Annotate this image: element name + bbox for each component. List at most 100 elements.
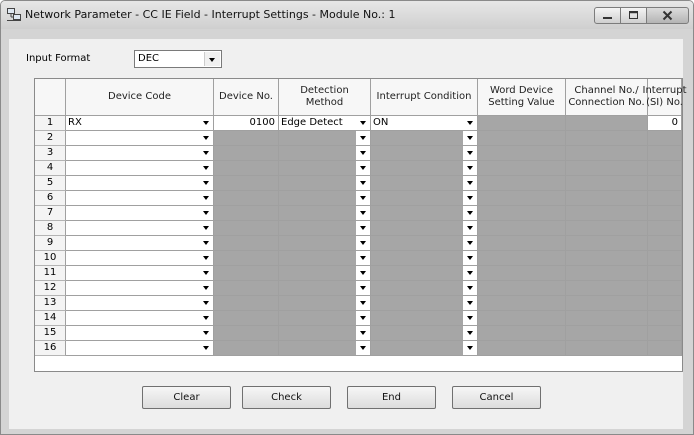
detection-method-cell[interactable] <box>279 281 371 296</box>
interrupt-condition-cell[interactable] <box>371 251 478 266</box>
device-code-cell[interactable]: RX <box>66 116 214 131</box>
end-button[interactable]: End <box>347 386 436 409</box>
interrupt-condition-cell[interactable] <box>371 191 478 206</box>
cell-dropdown-button[interactable] <box>463 221 477 235</box>
device-code-cell[interactable] <box>66 311 214 326</box>
clear-button[interactable]: Clear <box>142 386 231 409</box>
cell-dropdown-button[interactable] <box>199 146 213 160</box>
device-code-cell[interactable] <box>66 206 214 221</box>
interrupt-si-no-cell[interactable]: 0 <box>648 116 682 131</box>
device-code-cell[interactable] <box>66 191 214 206</box>
title-bar[interactable]: Network Parameter - CC IE Field - Interr… <box>1 1 693 29</box>
cell-dropdown-button[interactable] <box>199 116 213 130</box>
device-code-cell[interactable] <box>66 326 214 341</box>
cell-dropdown-button[interactable] <box>356 191 370 205</box>
cell-dropdown-button[interactable] <box>463 206 477 220</box>
cell-dropdown-button[interactable] <box>463 251 477 265</box>
cell-dropdown-button[interactable] <box>199 311 213 325</box>
cell-dropdown-button[interactable] <box>356 341 370 355</box>
cell-dropdown-button[interactable] <box>463 131 477 145</box>
interrupt-condition-cell[interactable] <box>371 161 478 176</box>
cell-dropdown-button[interactable] <box>199 206 213 220</box>
detection-method-cell[interactable] <box>279 311 371 326</box>
interrupt-condition-cell[interactable] <box>371 221 478 236</box>
cell-dropdown-button[interactable] <box>199 131 213 145</box>
cell-dropdown-button[interactable] <box>356 326 370 340</box>
cell-dropdown-button[interactable] <box>463 296 477 310</box>
cancel-button[interactable]: Cancel <box>452 386 541 409</box>
device-code-cell[interactable] <box>66 281 214 296</box>
interrupt-condition-cell[interactable] <box>371 236 478 251</box>
device-code-cell[interactable] <box>66 341 214 356</box>
device-no-cell[interactable]: 0100 <box>214 116 279 131</box>
close-button[interactable] <box>646 7 689 24</box>
interrupt-condition-cell[interactable] <box>371 176 478 191</box>
cell-dropdown-button[interactable] <box>463 176 477 190</box>
cell-dropdown-button[interactable] <box>199 176 213 190</box>
cell-dropdown-button[interactable] <box>463 266 477 280</box>
cell-dropdown-button[interactable] <box>356 236 370 250</box>
detection-method-cell[interactable] <box>279 266 371 281</box>
cell-dropdown-button[interactable] <box>356 311 370 325</box>
interrupt-condition-cell[interactable] <box>371 266 478 281</box>
cell-dropdown-button[interactable] <box>463 281 477 295</box>
cell-dropdown-button[interactable] <box>463 146 477 160</box>
interrupt-condition-cell[interactable] <box>371 146 478 161</box>
cell-dropdown-button[interactable] <box>356 176 370 190</box>
input-format-select[interactable]: DEC <box>134 50 222 68</box>
cell-dropdown-button[interactable] <box>463 341 477 355</box>
cell-dropdown-button[interactable] <box>356 161 370 175</box>
device-code-cell[interactable] <box>66 236 214 251</box>
cell-dropdown-button[interactable] <box>463 161 477 175</box>
cell-dropdown-button[interactable] <box>199 266 213 280</box>
cell-dropdown-button[interactable] <box>356 131 370 145</box>
cell-dropdown-button[interactable] <box>356 266 370 280</box>
cell-dropdown-button[interactable] <box>356 281 370 295</box>
detection-method-cell[interactable] <box>279 341 371 356</box>
cell-dropdown-button[interactable] <box>199 326 213 340</box>
detection-method-cell[interactable] <box>279 206 371 221</box>
detection-method-cell[interactable] <box>279 161 371 176</box>
device-code-cell[interactable] <box>66 161 214 176</box>
detection-method-cell[interactable] <box>279 296 371 311</box>
cell-dropdown-button[interactable] <box>199 221 213 235</box>
detection-method-cell[interactable]: Edge Detect <box>279 116 371 131</box>
device-code-cell[interactable] <box>66 131 214 146</box>
detection-method-cell[interactable] <box>279 191 371 206</box>
interrupt-condition-cell[interactable] <box>371 341 478 356</box>
cell-dropdown-button[interactable] <box>199 236 213 250</box>
interrupt-condition-cell[interactable] <box>371 206 478 221</box>
detection-method-cell[interactable] <box>279 146 371 161</box>
device-code-cell[interactable] <box>66 296 214 311</box>
device-code-cell[interactable] <box>66 146 214 161</box>
detection-method-cell[interactable] <box>279 131 371 146</box>
detection-method-cell[interactable] <box>279 176 371 191</box>
cell-dropdown-button[interactable] <box>463 191 477 205</box>
device-code-cell[interactable] <box>66 266 214 281</box>
cell-dropdown-button[interactable] <box>463 236 477 250</box>
minimize-button[interactable] <box>594 7 621 24</box>
cell-dropdown-button[interactable] <box>199 281 213 295</box>
cell-dropdown-button[interactable] <box>199 191 213 205</box>
maximize-button[interactable] <box>620 7 647 24</box>
interrupt-condition-cell[interactable] <box>371 311 478 326</box>
device-code-cell[interactable] <box>66 221 214 236</box>
interrupt-condition-cell[interactable] <box>371 296 478 311</box>
interrupt-condition-cell[interactable] <box>371 131 478 146</box>
cell-dropdown-button[interactable] <box>199 341 213 355</box>
cell-dropdown-button[interactable] <box>356 221 370 235</box>
cell-dropdown-button[interactable] <box>356 146 370 160</box>
interrupt-condition-cell[interactable] <box>371 281 478 296</box>
detection-method-cell[interactable] <box>279 236 371 251</box>
detection-method-cell[interactable] <box>279 251 371 266</box>
check-button[interactable]: Check <box>242 386 331 409</box>
cell-dropdown-button[interactable] <box>356 296 370 310</box>
interrupt-condition-cell[interactable] <box>371 326 478 341</box>
interrupt-condition-cell[interactable]: ON <box>371 116 478 131</box>
cell-dropdown-button[interactable] <box>356 116 370 130</box>
cell-dropdown-button[interactable] <box>356 206 370 220</box>
detection-method-cell[interactable] <box>279 326 371 341</box>
cell-dropdown-button[interactable] <box>199 161 213 175</box>
cell-dropdown-button[interactable] <box>199 251 213 265</box>
detection-method-cell[interactable] <box>279 221 371 236</box>
